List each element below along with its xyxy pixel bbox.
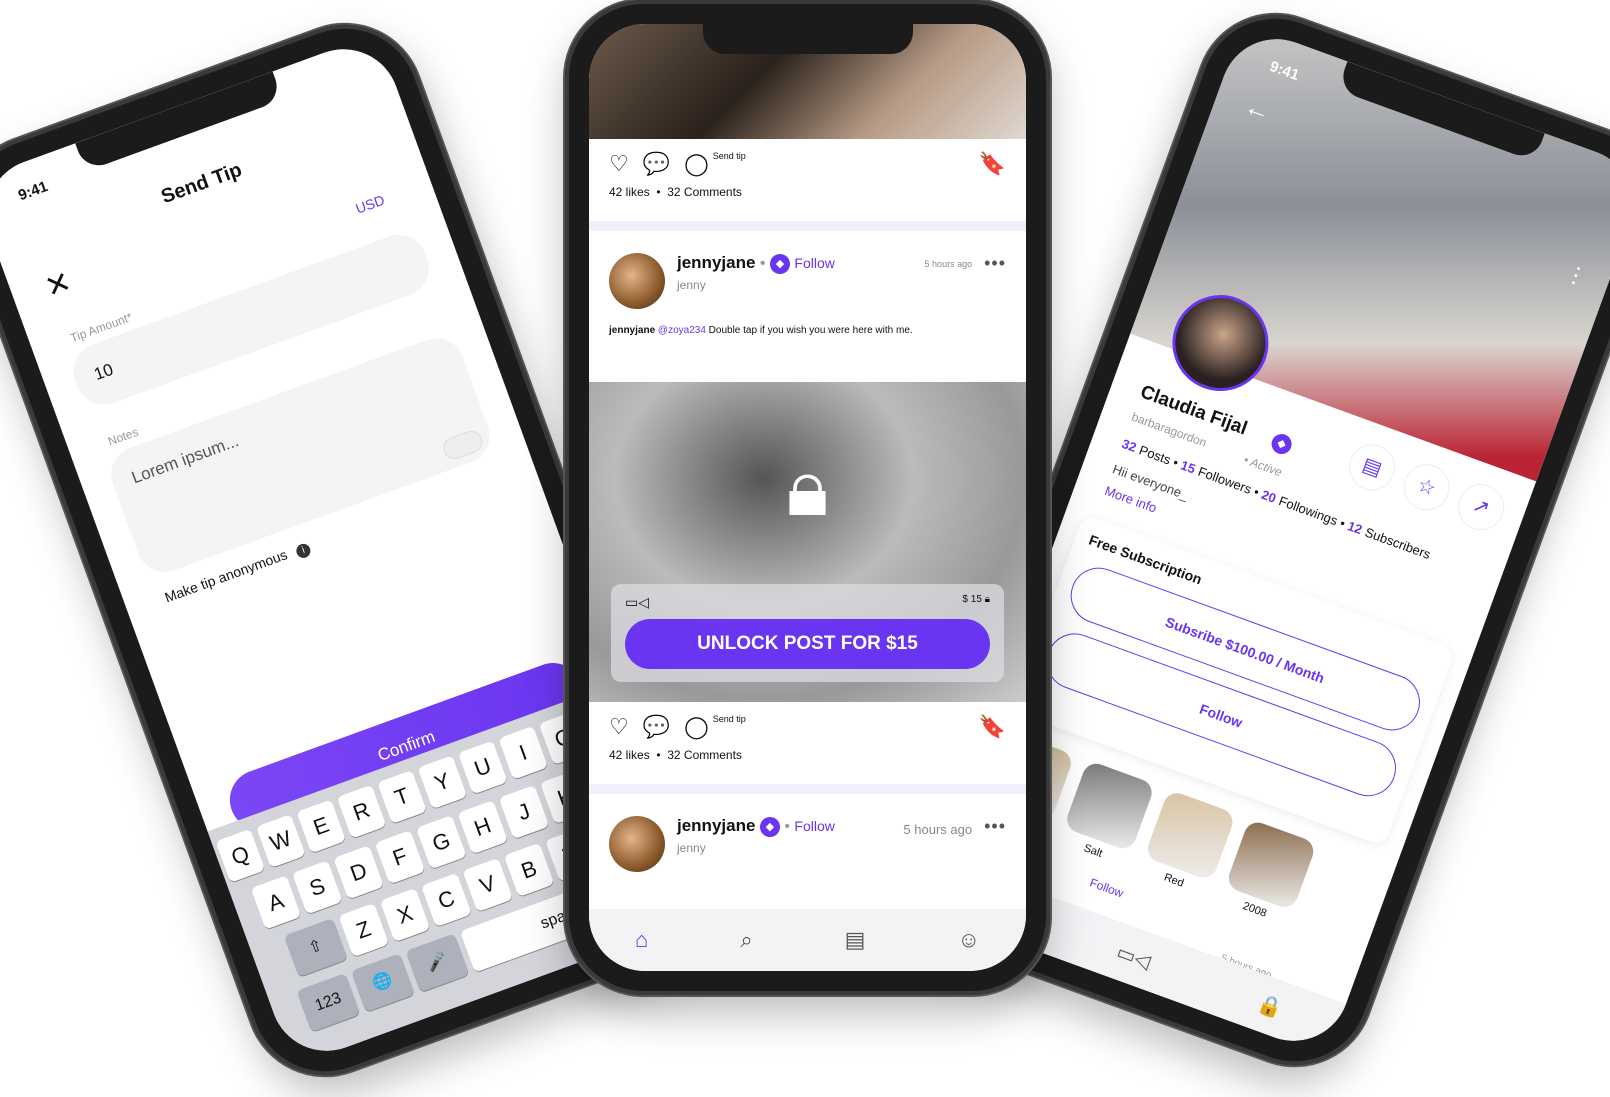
post-follow-link[interactable]: Follow (1088, 875, 1125, 900)
mention-link[interactable]: @zoya234 (658, 325, 706, 336)
key-c[interactable]: C (421, 872, 472, 928)
locked-post-media: 🔒︎ ▭◁ $ 15 🔒︎ UNLOCK POST FOR $15 (589, 382, 1026, 702)
key-v[interactable]: V (462, 857, 514, 913)
follow-link[interactable]: Follow (794, 255, 834, 271)
key-q[interactable]: Q (215, 828, 266, 883)
stat-count: 12 (1345, 518, 1365, 538)
likes-count: 42 likes (609, 748, 650, 762)
info-icon[interactable]: i (294, 541, 313, 560)
stat-label: Posts (1137, 442, 1173, 468)
profile-icon[interactable]: ☺ (957, 927, 979, 953)
key-f[interactable]: F (374, 830, 426, 885)
share-icon[interactable]: ↗ (1451, 477, 1511, 537)
lock-icon: 🔒︎ (786, 443, 829, 532)
heart-icon[interactable]: ♡ (609, 153, 629, 175)
bookmark-icon[interactable]: 🔖 (979, 151, 1006, 177)
post-handle: jenny (677, 840, 706, 855)
follow-link[interactable]: Follow (794, 818, 834, 834)
key-b[interactable]: B (503, 842, 555, 898)
bookmark-icon[interactable]: 🔖 (979, 714, 1006, 740)
comment-icon[interactable]: 💬 (643, 716, 670, 738)
key-u[interactable]: U (457, 740, 508, 795)
stat-label: Followings (1276, 493, 1340, 529)
key-w[interactable]: W (255, 814, 306, 869)
key-j[interactable]: J (498, 784, 550, 840)
tip-icon[interactable]: ◯ (684, 153, 709, 175)
key-x[interactable]: X (379, 887, 431, 943)
more-icon[interactable]: ••• (984, 253, 1006, 274)
small-lock-icon: 🔒︎ (984, 594, 990, 605)
unlock-card: ▭◁ $ 15 🔒︎ UNLOCK POST FOR $15 (611, 584, 1004, 682)
status-time: 9:41 (16, 178, 51, 205)
post-time: 5 hours ago (903, 822, 973, 837)
shift-key[interactable]: ⇧ (283, 917, 348, 978)
price-label: $ 15 (962, 594, 982, 605)
key-h[interactable]: H (457, 800, 509, 855)
send-tip-label[interactable]: Send tip (713, 151, 746, 161)
comment-icon[interactable]: 💬 (643, 153, 670, 175)
numbers-key[interactable]: 123 (296, 972, 361, 1033)
currency-label[interactable]: USD (353, 192, 386, 217)
divider (589, 221, 1026, 231)
stat-posts[interactable]: 32Posts (1120, 436, 1173, 468)
stat-followings[interactable]: 20Followings (1259, 487, 1339, 528)
avatar[interactable] (609, 253, 665, 309)
video-icon[interactable]: ▭◁ (1113, 939, 1154, 974)
lock-icon[interactable]: 🔒 (1254, 990, 1286, 1022)
phone-feed: ♡ 💬 ◯ Send tip 🔖 42 likes • 32 Comments … (565, 0, 1050, 995)
highlight-item[interactable]: 2008 (1219, 818, 1318, 928)
post-time: 5 hours ago (924, 259, 973, 269)
comments-count[interactable]: 32 Comments (667, 748, 742, 762)
star-icon[interactable]: ☆ (1397, 457, 1457, 517)
verified-diamond-icon: ◆ (769, 253, 790, 274)
key-r[interactable]: R (336, 784, 387, 839)
key-s[interactable]: S (291, 860, 343, 915)
key-a[interactable]: A (250, 875, 302, 930)
key-d[interactable]: D (333, 845, 385, 900)
key-z[interactable]: Z (338, 902, 390, 958)
post-handle: jenny (677, 277, 706, 292)
key-g[interactable]: G (415, 815, 467, 870)
highlight-item[interactable]: Red (1138, 789, 1237, 898)
post-username[interactable]: jennyjane (677, 253, 755, 272)
verified-diamond-icon: ◆ (1268, 431, 1295, 457)
highlight-item[interactable]: Salt (1057, 759, 1156, 869)
search-icon[interactable]: ⌕ (740, 927, 752, 953)
more-icon[interactable]: ••• (984, 816, 1006, 837)
comments-count[interactable]: 32 Comments (667, 185, 742, 199)
key-i[interactable]: I (498, 725, 549, 780)
key-e[interactable]: E (296, 799, 347, 854)
send-tip-label[interactable]: Send tip (713, 714, 746, 724)
likes-count: 42 likes (609, 185, 650, 199)
divider (589, 784, 1026, 794)
microphone-icon[interactable]: 🎤 (405, 933, 470, 993)
heart-icon[interactable]: ♡ (609, 716, 629, 738)
avatar[interactable] (609, 816, 665, 872)
video-icon: ▭◁ (625, 594, 649, 610)
stat-subscribers[interactable]: 12Subscribers (1346, 518, 1433, 562)
message-icon[interactable]: ▤ (1342, 437, 1402, 497)
tip-icon[interactable]: ◯ (684, 716, 709, 738)
active-status: • Active (1241, 452, 1284, 480)
unlock-post-button[interactable]: UNLOCK POST FOR $15 (625, 619, 990, 669)
chat-icon[interactable]: ▤ (845, 927, 866, 953)
notch (702, 24, 913, 54)
key-t[interactable]: T (377, 769, 427, 824)
globe-icon[interactable]: 🌐 (350, 953, 415, 1013)
home-icon[interactable]: ⌂ (635, 927, 648, 953)
stat-count: 32 (1119, 435, 1139, 456)
caption-text: Double tap if you wish you were here wit… (708, 325, 913, 336)
stat-label: Followers (1196, 463, 1254, 497)
caption-user: jennyjane (609, 325, 656, 336)
close-icon[interactable]: ✕ (41, 264, 77, 305)
feed-screen: ♡ 💬 ◯ Send tip 🔖 42 likes • 32 Comments … (589, 24, 1026, 971)
stat-label: Subscribers (1362, 524, 1433, 563)
post-username[interactable]: jennyjane (677, 816, 755, 835)
verified-diamond-icon: ◆ (759, 816, 780, 837)
key-y[interactable]: Y (417, 755, 468, 810)
